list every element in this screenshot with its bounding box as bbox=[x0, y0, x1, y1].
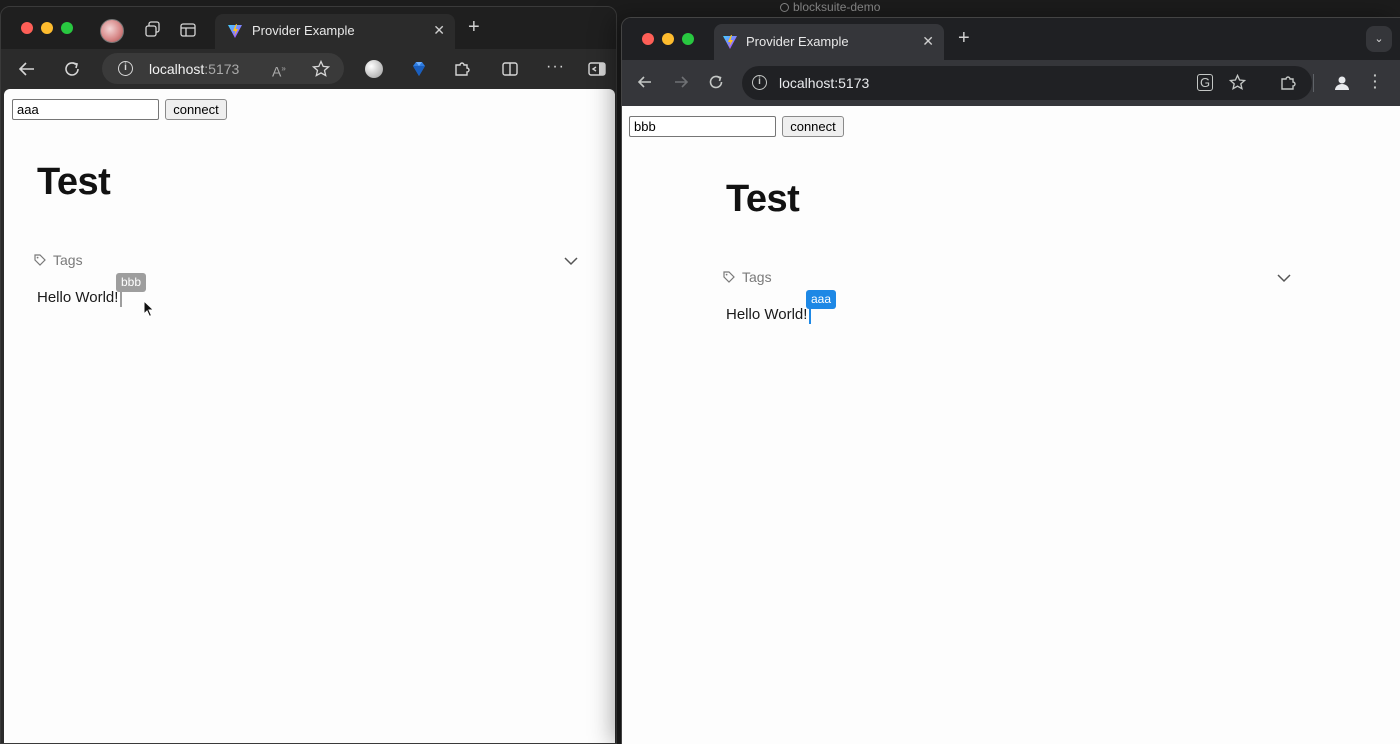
name-input[interactable] bbox=[12, 99, 159, 120]
zoom-window-button[interactable] bbox=[61, 22, 73, 34]
address-bar[interactable]: i localhost:5173 G bbox=[742, 66, 1312, 100]
translate-icon[interactable]: G bbox=[1197, 74, 1214, 91]
chevron-down-icon[interactable] bbox=[564, 254, 578, 268]
paragraph-text[interactable]: Hello World! bbox=[726, 306, 807, 323]
background-window-title: blocksuite-demo bbox=[780, 0, 980, 14]
more-options-icon[interactable]: ··· bbox=[1373, 68, 1378, 94]
close-tab-icon[interactable]: ✕ bbox=[433, 22, 445, 39]
url-text[interactable]: localhost:5173 bbox=[149, 61, 239, 77]
bookmark-star-icon[interactable] bbox=[1229, 74, 1246, 91]
tags-label: Tags bbox=[742, 269, 772, 285]
mouse-pointer-icon bbox=[143, 300, 155, 318]
connect-button[interactable]: connect bbox=[782, 116, 844, 137]
remote-caret bbox=[809, 307, 811, 324]
remote-cursor-label: aaa bbox=[806, 290, 837, 309]
minimize-window-button[interactable] bbox=[662, 33, 674, 45]
sidebar-toggle-icon[interactable] bbox=[588, 61, 606, 77]
right-browser-window: Provider Example ✕ + ⌄ i localhost:5173 … bbox=[621, 17, 1400, 744]
new-tab-button[interactable]: + bbox=[958, 27, 970, 50]
tags-label: Tags bbox=[53, 252, 83, 268]
desktop: blocksuite-demo Provider Example ✕ + i l… bbox=[0, 0, 1400, 744]
close-tab-icon[interactable]: ✕ bbox=[922, 33, 934, 50]
minimize-window-button[interactable] bbox=[41, 22, 53, 34]
profile-avatar[interactable] bbox=[100, 19, 124, 43]
site-info-icon[interactable]: i bbox=[118, 61, 133, 76]
back-icon[interactable] bbox=[18, 60, 36, 78]
page-content: connect Test Tags Hello World! aaa bbox=[622, 106, 1400, 744]
page-title[interactable]: Test bbox=[37, 161, 111, 204]
vite-favicon-icon bbox=[723, 35, 737, 49]
url-text[interactable]: localhost:5173 bbox=[779, 75, 869, 91]
toolbar-divider bbox=[1313, 74, 1314, 92]
tags-row[interactable]: Tags bbox=[723, 268, 1293, 288]
tag-icon bbox=[34, 254, 46, 266]
tab-strip: Provider Example ✕ + ⌄ bbox=[622, 18, 1400, 60]
more-options-icon[interactable]: ··· bbox=[546, 58, 565, 76]
close-window-button[interactable] bbox=[642, 33, 654, 45]
paragraph-text[interactable]: Hello World! bbox=[37, 289, 118, 306]
tab-actions-icon[interactable] bbox=[180, 22, 196, 38]
refresh-icon[interactable] bbox=[63, 60, 81, 78]
extensions-puzzle-icon[interactable] bbox=[1279, 74, 1297, 92]
connect-button[interactable]: connect bbox=[165, 99, 227, 120]
new-tab-button[interactable]: + bbox=[468, 16, 480, 39]
tab-search-chevron-icon[interactable]: ⌄ bbox=[1366, 26, 1392, 52]
tab-title: Provider Example bbox=[746, 34, 849, 49]
read-aloud-icon[interactable]: A» bbox=[272, 60, 286, 81]
page-content: connect Test Tags Hello World! bbb bbox=[4, 89, 615, 743]
address-bar[interactable]: i localhost:5173 A» bbox=[102, 53, 344, 84]
remote-caret bbox=[120, 290, 122, 307]
extension-gem-icon[interactable] bbox=[410, 60, 428, 78]
site-info-icon[interactable]: i bbox=[752, 75, 767, 90]
refresh-icon[interactable] bbox=[708, 74, 724, 90]
vite-favicon-icon bbox=[228, 24, 242, 38]
tab-provider-example[interactable]: Provider Example ✕ bbox=[215, 14, 455, 49]
left-browser-window: Provider Example ✕ + i localhost:5173 A»… bbox=[0, 6, 617, 744]
tab-provider-example[interactable]: Provider Example ✕ bbox=[714, 24, 944, 60]
back-icon[interactable] bbox=[637, 74, 653, 90]
profile-icon[interactable] bbox=[1333, 74, 1351, 92]
extensions-puzzle-icon[interactable] bbox=[453, 60, 471, 78]
zoom-window-button[interactable] bbox=[682, 33, 694, 45]
tags-row[interactable]: Tags bbox=[34, 251, 579, 271]
name-input[interactable] bbox=[629, 116, 776, 137]
toolbar: i localhost:5173 A» ··· bbox=[1, 49, 616, 89]
split-screen-icon[interactable] bbox=[501, 60, 519, 78]
tab-strip: Provider Example ✕ + bbox=[1, 7, 616, 49]
remote-cursor-label: bbb bbox=[116, 273, 147, 292]
forward-icon[interactable] bbox=[673, 74, 689, 90]
tab-title: Provider Example bbox=[252, 23, 355, 38]
chevron-down-icon[interactable] bbox=[1277, 271, 1291, 285]
toolbar: i localhost:5173 G · · · bbox=[622, 60, 1400, 106]
tag-icon bbox=[723, 271, 735, 283]
extension-globe-icon[interactable] bbox=[365, 60, 383, 78]
search-icon bbox=[780, 3, 789, 12]
close-window-button[interactable] bbox=[21, 22, 33, 34]
page-title[interactable]: Test bbox=[726, 178, 800, 221]
favorite-star-icon[interactable] bbox=[312, 60, 330, 78]
workspaces-icon[interactable] bbox=[144, 21, 161, 38]
